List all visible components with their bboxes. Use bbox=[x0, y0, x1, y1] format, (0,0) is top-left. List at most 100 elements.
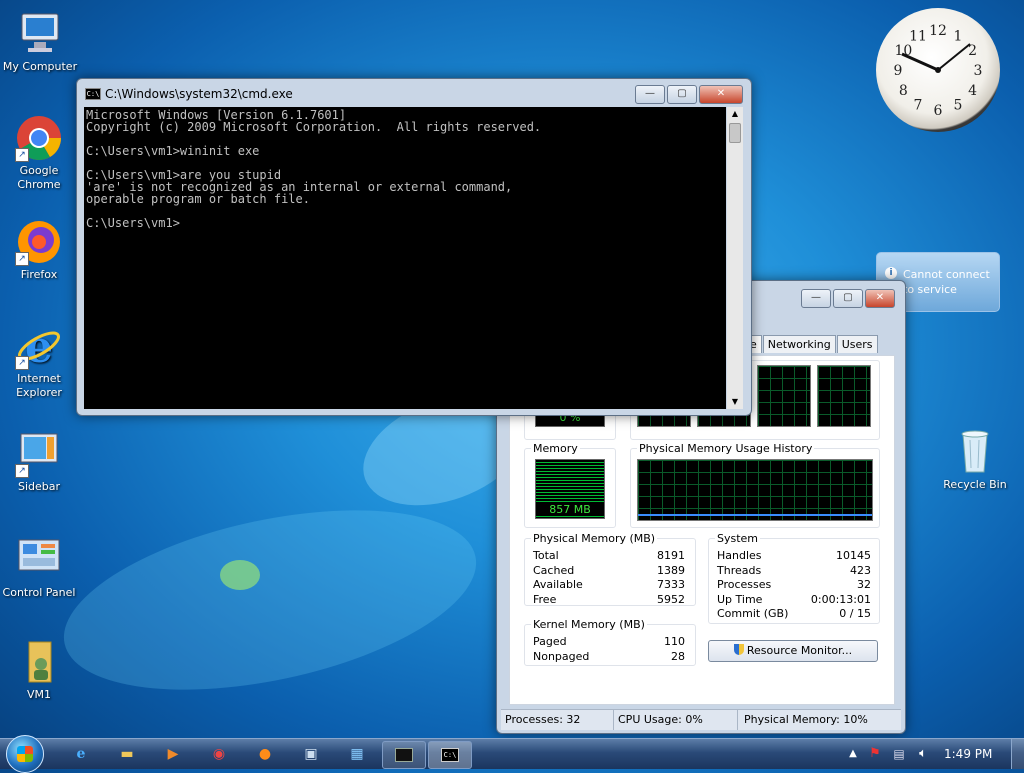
cmd-window[interactable]: C:\ C:\Windows\system32\cmd.exe — ▢ ✕ Mi… bbox=[76, 78, 752, 416]
chrome-icon: ↗ bbox=[15, 114, 63, 162]
taskbar-sidebar-icon[interactable]: ▦ bbox=[342, 742, 372, 766]
clock-numeral: 5 bbox=[954, 98, 963, 114]
kernel-memory-title: Kernel Memory (MB) bbox=[531, 618, 647, 631]
resource-monitor-button[interactable]: Resource Monitor... bbox=[708, 640, 878, 662]
status-memory: Physical Memory: 10% bbox=[737, 710, 868, 730]
scroll-up-arrow-icon[interactable]: ▲ bbox=[727, 107, 743, 121]
memory-value: 857 MB bbox=[536, 503, 604, 516]
clock-numeral: 3 bbox=[974, 63, 983, 79]
info-icon: i bbox=[885, 267, 897, 279]
task-manager-icon bbox=[395, 748, 413, 762]
taskbar-clock[interactable]: 1:49 PM bbox=[944, 747, 992, 761]
stat-key: Nonpaged bbox=[533, 650, 590, 663]
cmd-title: C:\Windows\system32\cmd.exe bbox=[105, 87, 293, 101]
desktop-icon-vm1[interactable]: VM1 bbox=[0, 638, 79, 702]
user-folder-icon bbox=[15, 638, 63, 686]
memory-label: Memory bbox=[531, 442, 580, 455]
shield-icon bbox=[733, 644, 744, 655]
ie-icon: e ↗ bbox=[15, 322, 63, 373]
stat-value: 1389 bbox=[657, 564, 685, 577]
clock-numeral: 8 bbox=[899, 83, 908, 99]
shortcut-arrow-icon: ↗ bbox=[15, 464, 29, 478]
taskbar-firefox-icon[interactable]: ● bbox=[250, 742, 280, 766]
desktop-icon-label: Control Panel bbox=[2, 586, 76, 599]
desktop-icon-chrome[interactable]: ↗ Google Chrome bbox=[0, 114, 79, 192]
stat-value: 7333 bbox=[657, 578, 685, 591]
memory-group: Memory 857 MB bbox=[524, 442, 616, 528]
maximize-button[interactable]: ▢ bbox=[833, 289, 863, 308]
sidebar-icon: ↗ bbox=[15, 430, 63, 478]
taskbar-explorer-icon[interactable]: ▬ bbox=[112, 742, 142, 766]
stat-key: Free bbox=[533, 593, 557, 606]
clock-numeral: 1 bbox=[954, 28, 963, 44]
memory-history-graph bbox=[637, 459, 873, 521]
desktop-icon-my-computer[interactable]: My Computer bbox=[0, 10, 80, 74]
taskbar-media-player-icon[interactable]: ▶ bbox=[158, 742, 188, 766]
stat-value: 423 bbox=[850, 564, 871, 577]
shortcut-arrow-icon: ↗ bbox=[15, 356, 29, 370]
minimize-button[interactable]: — bbox=[801, 289, 831, 308]
close-button[interactable]: ✕ bbox=[699, 85, 743, 104]
stat-value: 5952 bbox=[657, 593, 685, 606]
cpu-history-graph bbox=[757, 365, 811, 427]
stat-key: Available bbox=[533, 578, 583, 591]
cmd-icon: C:\ bbox=[85, 88, 101, 100]
desktop-icon-sidebar[interactable]: ↗ Sidebar bbox=[0, 430, 79, 494]
clock-numeral: 6 bbox=[934, 103, 943, 119]
status-bar: Processes: 32 CPU Usage: 0% Physical Mem… bbox=[501, 709, 901, 730]
stat-value: 32 bbox=[857, 578, 871, 591]
taskbar: e ▬ ▶ ◉ ● ▣ ▦ C:\ ▲ ⚑ ▤ 🔈︎ 1:49 PM bbox=[0, 735, 1024, 773]
show-desktop-button[interactable] bbox=[1011, 739, 1024, 769]
cmd-titlebar[interactable]: C:\ C:\Windows\system32\cmd.exe — ▢ ✕ bbox=[77, 79, 751, 107]
cpu-history-graph bbox=[817, 365, 871, 427]
stat-key: Commit (GB) bbox=[717, 607, 789, 620]
wallpaper-streak bbox=[220, 560, 260, 590]
tab-networking[interactable]: Networking bbox=[762, 335, 836, 353]
close-button[interactable]: ✕ bbox=[865, 289, 895, 308]
desktop-icon-control-panel[interactable]: Control Panel bbox=[0, 536, 79, 600]
desktop-icon-firefox[interactable]: ↗ Firefox bbox=[0, 218, 79, 282]
desktop-icon-label: Recycle Bin bbox=[943, 478, 1007, 491]
clock-numeral: 11 bbox=[909, 28, 927, 44]
stat-key: Threads bbox=[717, 564, 762, 577]
recycle-bin-icon bbox=[951, 428, 999, 476]
stat-value: 8191 bbox=[657, 549, 685, 562]
desktop-icon-label: Sidebar bbox=[17, 480, 61, 493]
clock-minute-hand bbox=[937, 43, 971, 71]
stat-key: Total bbox=[533, 549, 559, 562]
taskbar-network-icon[interactable]: ▣ bbox=[296, 742, 326, 766]
taskbar-chrome-icon[interactable]: ◉ bbox=[204, 742, 234, 766]
svg-text:e: e bbox=[25, 322, 53, 370]
memory-history-group: Physical Memory Usage History bbox=[630, 442, 880, 528]
desktop-icon-recycle-bin[interactable]: Recycle Bin bbox=[935, 428, 1015, 492]
volume-icon[interactable]: 🔈︎ bbox=[908, 742, 938, 766]
taskbar-ie-icon[interactable]: e bbox=[66, 742, 96, 766]
clock-numeral: 7 bbox=[914, 98, 923, 114]
shortcut-arrow-icon: ↗ bbox=[15, 252, 29, 266]
clock-numeral: 12 bbox=[929, 23, 947, 39]
scroll-down-arrow-icon[interactable]: ▼ bbox=[727, 395, 743, 409]
physical-memory-title: Physical Memory (MB) bbox=[531, 532, 658, 545]
status-processes: Processes: 32 bbox=[505, 713, 581, 726]
cmd-console-output[interactable]: Microsoft Windows [Version 6.1.7601] Cop… bbox=[84, 107, 726, 409]
stat-value: 10145 bbox=[836, 549, 871, 562]
taskbar-cmd-button[interactable]: C:\ bbox=[428, 741, 472, 769]
maximize-button[interactable]: ▢ bbox=[667, 85, 697, 104]
clock-gadget[interactable]: 12 1 2 3 4 5 6 7 8 9 10 11 bbox=[876, 8, 1000, 132]
desktop-icon-label: My Computer bbox=[2, 60, 78, 73]
start-button[interactable] bbox=[6, 735, 44, 773]
tab-users[interactable]: Users bbox=[836, 335, 878, 353]
scroll-thumb[interactable] bbox=[729, 123, 741, 143]
clock-numeral: 4 bbox=[968, 83, 977, 99]
minimize-button[interactable]: — bbox=[635, 85, 665, 104]
desktop-icon-internet-explorer[interactable]: e ↗ Internet Explorer bbox=[0, 322, 79, 400]
memory-history-line bbox=[638, 514, 872, 516]
cmd-scrollbar[interactable]: ▲ ▼ bbox=[727, 107, 743, 409]
shortcut-arrow-icon: ↗ bbox=[15, 148, 29, 162]
stat-value: 110 bbox=[664, 635, 685, 648]
control-panel-icon bbox=[15, 536, 63, 584]
stat-value: 28 bbox=[671, 650, 685, 663]
taskbar-task-manager-button[interactable] bbox=[382, 741, 426, 769]
status-cpu: CPU Usage: 0% bbox=[613, 710, 703, 730]
stat-value: 0:00:13:01 bbox=[810, 593, 871, 606]
